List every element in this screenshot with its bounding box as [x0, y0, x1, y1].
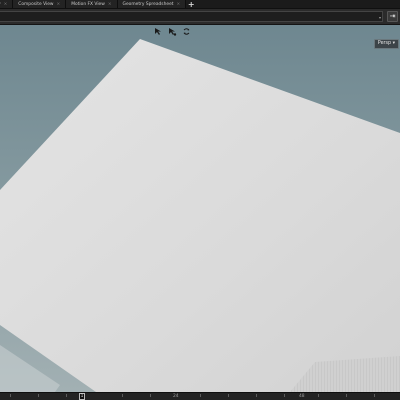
tab-motion-fx-view[interactable]: Motion FX View ×	[66, 0, 118, 8]
plus-icon[interactable]: +	[186, 0, 196, 8]
network-path-field[interactable]: ▾	[0, 11, 383, 22]
timeline-tick	[318, 394, 319, 397]
timeline-tick	[346, 394, 347, 397]
close-icon[interactable]: ×	[177, 2, 181, 7]
timeline-tick	[228, 394, 229, 397]
camera-rotate-icon[interactable]	[181, 26, 191, 36]
timeline-tick	[284, 394, 285, 397]
close-icon[interactable]: ×	[108, 2, 112, 7]
timeline-tick	[200, 394, 201, 397]
timeline-tick	[10, 394, 11, 397]
select-transform-icon[interactable]	[153, 26, 163, 36]
chevron-down-icon[interactable]: ▾	[379, 14, 381, 21]
close-icon[interactable]: ×	[4, 2, 8, 7]
pane-tab-bar: w × Composite View × Motion FX View × Ge…	[0, 0, 400, 9]
timeline-tick	[256, 394, 257, 397]
houdini-scene-view: w × Composite View × Motion FX View × Ge…	[0, 0, 400, 400]
pin-button[interactable]: ⇥	[387, 11, 398, 22]
timeline-tick	[122, 394, 123, 397]
tab-label: w	[0, 2, 1, 7]
tab-label: Composite View	[18, 1, 54, 7]
timeline-tick	[66, 394, 67, 397]
tab-label: Geometry Spreadsheet	[122, 1, 174, 7]
tab-geometry-spreadsheet[interactable]: Geometry Spreadsheet ×	[117, 0, 187, 8]
playbar-timeline[interactable]: 1 24 48	[0, 392, 400, 400]
camera-menu[interactable]: Persp ▾	[373, 39, 399, 49]
ground-plane	[0, 39, 400, 392]
tab-label: Motion FX View	[71, 1, 105, 7]
timeline-playhead[interactable]: 1	[79, 393, 85, 400]
frame-label: 24	[173, 394, 179, 399]
timeline-tick	[38, 394, 39, 397]
scene-viewport[interactable]: Persp ▾	[0, 25, 400, 392]
close-icon[interactable]: ×	[57, 2, 61, 7]
tab-composite-view[interactable]: Composite View ×	[13, 0, 67, 8]
select-handle-icon[interactable]	[167, 26, 177, 36]
frame-label: 48	[299, 394, 305, 399]
arrow-right-icon: ⇥	[389, 12, 396, 20]
timeline-tick	[150, 394, 151, 397]
timeline-tick	[374, 394, 375, 397]
viewer-toolbar: ▾ ⇥	[0, 9, 400, 25]
tab-scene-view[interactable]: w ×	[0, 0, 14, 8]
view-tools	[153, 26, 191, 36]
ground-plane-render	[0, 39, 400, 392]
